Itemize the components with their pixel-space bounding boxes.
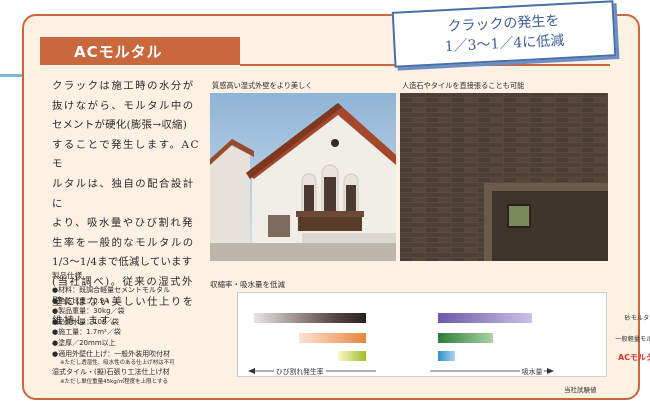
body-line: セメントが硬化(膨張→収縮): [52, 119, 188, 132]
category-label: 砂モルタル: [624, 315, 650, 322]
wall-illustration: [400, 93, 608, 261]
comparison-chart: 砂モルタル 一般軽量モルタル ACモルタル ひび割れ発生率 吸水量: [237, 292, 650, 377]
spec-item: ●製品重量：30kg／袋: [52, 307, 125, 316]
spec-item: ●絶乾比重：0.94: [52, 296, 109, 305]
spec-note: ※ただし透湿性、吸水性のある仕上げ材は不可: [60, 360, 175, 367]
callout-badge: クラックの発生を 1／3～1／4に低減: [391, 0, 617, 68]
spec-list: ●材料：既調合軽量セメントモルタル ●絶乾比重：0.94 ●製品重量：30kg／…: [52, 285, 217, 386]
body-line: ルタルは、独自の配合設計に: [52, 177, 195, 210]
spec-item: ●必要水量：10ℓ／袋: [52, 317, 119, 326]
section-title: ACモルタル: [40, 37, 240, 65]
photo-right-caption: 人造石やタイルを直接張ることも可能: [402, 81, 525, 90]
house-photo: [210, 93, 396, 261]
spec-note: ※ただし単位重量45kg/㎡程度を上限とする: [60, 378, 168, 385]
source-note: 当社試験値: [564, 386, 597, 394]
wall-photo: [400, 93, 608, 261]
left-axis-label: ひび割れ発生率: [274, 366, 326, 376]
body-line: より、吸水量やひび割れ発: [52, 217, 195, 230]
spec-item: ●塗厚／20mm以上: [52, 338, 116, 347]
chart-title: 収縮率・吸水量を低減: [210, 280, 285, 289]
body-line: することで発生します。ACモ: [52, 138, 200, 171]
house-illustration: [210, 93, 396, 261]
right-axis-label: 吸水量: [520, 366, 545, 376]
spec-item: ●適用外壁仕上げ：一般外装用吹付材: [52, 349, 171, 358]
body-line: 生率を一般的なモルタルの: [52, 236, 195, 249]
category-label: 一般軽量モルタル: [615, 336, 650, 343]
category-label-highlight: ACモルタル: [617, 353, 650, 362]
body-line: クラックは施工時の水分が: [52, 80, 195, 92]
spec-title: 製品仕様: [52, 271, 82, 280]
photo-left-caption: 質感高い湿式外壁をより美しく: [212, 81, 313, 90]
spec-item: 湿式タイル・(擬)石張り工法仕上げ材: [52, 368, 170, 377]
spec-item: ●施工量：1.7m²／袋: [52, 328, 121, 337]
spec-item: ●材料：既調合軽量セメントモルタル: [52, 286, 170, 294]
body-line: 抜けながら、モルタル中の: [52, 99, 195, 112]
